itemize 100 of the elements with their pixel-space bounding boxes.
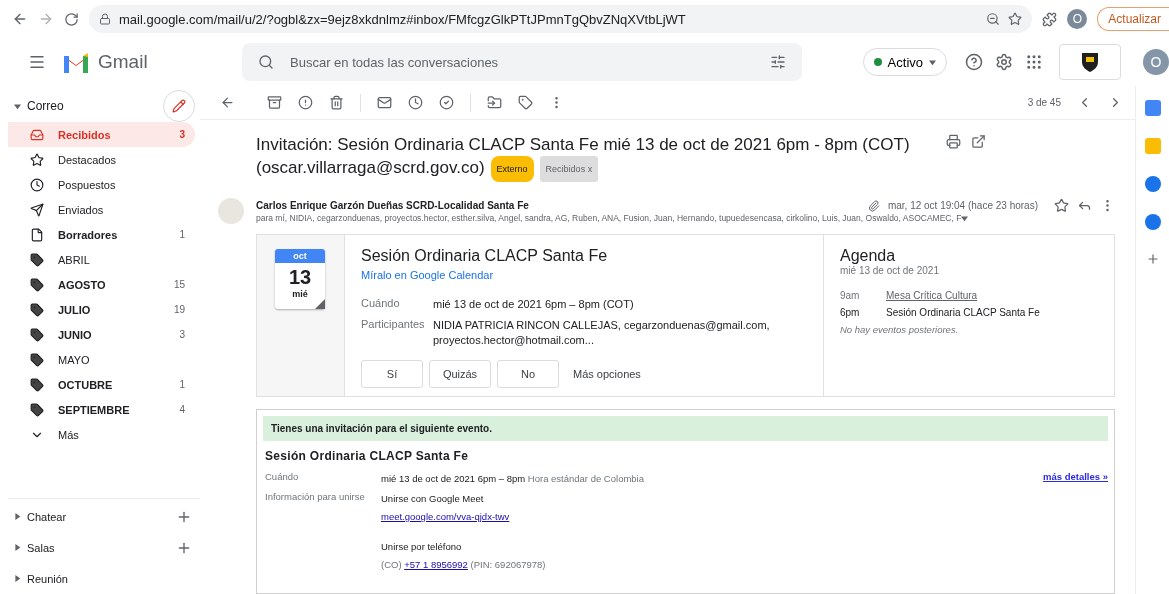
move-folder-icon[interactable]	[487, 95, 502, 110]
label-icon	[30, 252, 44, 267]
delete-icon[interactable]	[329, 95, 344, 110]
lock-icon	[99, 13, 111, 25]
tag-chip[interactable]: Externo	[490, 156, 534, 182]
status-button[interactable]: Activo	[862, 48, 947, 76]
clock-icon	[30, 177, 44, 192]
update-button[interactable]: Actualizar	[1097, 7, 1169, 31]
collapse-caret-icon[interactable]	[14, 102, 21, 110]
envelope-icon[interactable]	[377, 95, 392, 110]
label-icon	[30, 327, 44, 342]
label-icon	[30, 277, 44, 292]
sidebar-item[interactable]: JULIO 19	[8, 297, 195, 322]
menu-icon[interactable]	[28, 53, 46, 71]
section-title[interactable]: Correo	[27, 99, 163, 113]
help-icon[interactable]	[965, 53, 983, 71]
sidebar-item[interactable]: Enviados	[8, 197, 195, 222]
sidebar-item[interactable]: Destacados	[8, 147, 195, 172]
search-icon	[258, 54, 274, 70]
calendar-app-icon[interactable]	[1144, 100, 1161, 116]
pager-text: 3 de 45	[1027, 97, 1061, 108]
organization-logo[interactable]	[1059, 44, 1121, 80]
clock-icon[interactable]	[408, 95, 423, 110]
detail-value: mié 13 de oct de 2021 6pm – 8pm (COT)	[433, 297, 635, 312]
print-icon[interactable]	[946, 134, 961, 149]
zoom-icon[interactable]	[986, 12, 1001, 26]
tasks-app-icon[interactable]	[1144, 176, 1161, 192]
calendar-link[interactable]: Míralo en Google Calendar	[361, 269, 494, 281]
shield-icon	[1080, 51, 1100, 73]
label-icon[interactable]	[518, 95, 533, 110]
agenda-note: No hay eventos posteriores.	[840, 324, 960, 335]
sidebar-item[interactable]: Más	[8, 422, 195, 447]
send-icon	[30, 202, 44, 217]
bookmark-star-icon[interactable]	[1008, 12, 1023, 26]
tag-chip[interactable]: Recibidos x	[539, 156, 599, 182]
star-icon	[30, 152, 44, 167]
message-date: mar, 12 oct 19:04 (hace 23 horas)	[887, 200, 1038, 211]
profile-avatar[interactable]: O	[1067, 9, 1088, 29]
dropdown-caret-icon[interactable]	[961, 214, 969, 222]
details-link[interactable]: más detalles »	[1043, 471, 1108, 487]
expand-caret-icon[interactable]	[14, 513, 21, 520]
sidebar-item[interactable]: Pospuestos	[8, 172, 195, 197]
reload-icon[interactable]	[64, 11, 79, 27]
rsvp-button[interactable]: Quizás	[429, 360, 491, 388]
task-icon[interactable]	[439, 95, 454, 110]
agenda-event: Sesión Ordinaria CLACP Santa Fe	[886, 307, 1041, 318]
section-title[interactable]: Reunión	[27, 572, 192, 585]
sender-avatar	[218, 198, 244, 224]
agenda-event[interactable]: Mesa Crítica Cultura	[886, 290, 1098, 301]
envelope-logo-icon	[62, 51, 90, 73]
rsvp-button[interactable]: Sí	[361, 360, 423, 388]
back-icon[interactable]	[220, 95, 235, 110]
expand-caret-icon[interactable]	[14, 575, 21, 582]
expand-caret-icon[interactable]	[14, 544, 21, 551]
settings-icon[interactable]	[995, 53, 1013, 71]
dropdown-caret-icon[interactable]	[929, 58, 936, 66]
event-time: 9am	[840, 290, 861, 301]
puzzle-icon[interactable]	[1042, 11, 1058, 27]
phone-info: (CO) +57 1 8956992 (PIN: 692067978)	[381, 558, 547, 572]
filter-options-icon[interactable]	[770, 54, 786, 70]
section-title[interactable]: Chatear	[27, 510, 176, 523]
search-field[interactable]: Buscar en todas las conversaciones	[288, 53, 756, 71]
calendar-date-icon: oct 13 mié	[275, 249, 325, 309]
contacts-app-icon[interactable]	[1144, 214, 1161, 230]
join-heading: Unirse por teléfono	[381, 540, 463, 554]
sidebar-item[interactable]: AGOSTO 15	[8, 272, 195, 297]
more-options-button[interactable]: Más opciones	[565, 368, 649, 380]
invitation-banner: Tienes una invitación para el siguiente evento.	[263, 416, 1108, 441]
rsvp-button[interactable]: No	[497, 360, 559, 388]
star-icon[interactable]	[1054, 198, 1069, 213]
detail-label: Cuándo	[361, 297, 401, 311]
detail-label: Participantes	[361, 318, 426, 332]
inbox-icon	[30, 127, 44, 142]
meet-link[interactable]: meet.google.com/vva-qjdx-twv	[381, 509, 1044, 525]
app-name: Gmail	[98, 51, 148, 73]
sidebar-item[interactable]: Borradores 1	[8, 222, 195, 247]
event-title: Sesión Ordinaria CLACP Santa Fe	[361, 247, 609, 265]
label-icon	[30, 402, 44, 417]
sidebar-item[interactable]: MAYO	[8, 347, 195, 372]
back-icon[interactable]	[12, 11, 28, 27]
archive-icon[interactable]	[267, 95, 282, 110]
file-icon	[30, 227, 44, 242]
event-time: 6pm	[840, 307, 861, 318]
open-new-window-icon[interactable]	[971, 134, 986, 149]
section-title[interactable]: Salas	[27, 541, 176, 554]
sidebar-item[interactable]: Recibidos 3	[8, 122, 195, 147]
sidebar-item[interactable]: ABRIL	[8, 247, 195, 272]
field-label: Cuándo	[265, 471, 300, 484]
sidebar-item[interactable]: OCTUBRE 1	[8, 372, 195, 397]
phone-link[interactable]: +57 1 8956992	[404, 559, 468, 570]
report-icon[interactable]	[298, 95, 313, 110]
sidebar-item[interactable]: JUNIO 3	[8, 322, 195, 347]
search-bar[interactable]: Buscar en todas las conversaciones	[242, 43, 802, 81]
address-bar[interactable]: mail.google.com/mail/u/2/?ogbl&zx=9ejz8xkdnlmz#inbox/FMfcgzGlkPTtJPmnTgQbvZNqXVtbLjWT	[89, 5, 1033, 33]
sidebar-item[interactable]: SEPTIEMBRE 4	[8, 397, 195, 422]
compose-button[interactable]	[163, 90, 195, 122]
url-text: mail.google.com/mail/u/2/?ogbl&zx=9ejz8xkdnlmz#inbox/FMfcgzGlkPTtJPmnTgQbvZNqXVtbLjWT	[119, 11, 687, 27]
join-heading: Unirse con Google Meet	[381, 492, 485, 506]
apps-grid-icon[interactable]	[1025, 53, 1043, 71]
sender-name: Carlos Enrique Garzón Dueñas SCRD-Localidad Santa Fe	[256, 200, 530, 211]
